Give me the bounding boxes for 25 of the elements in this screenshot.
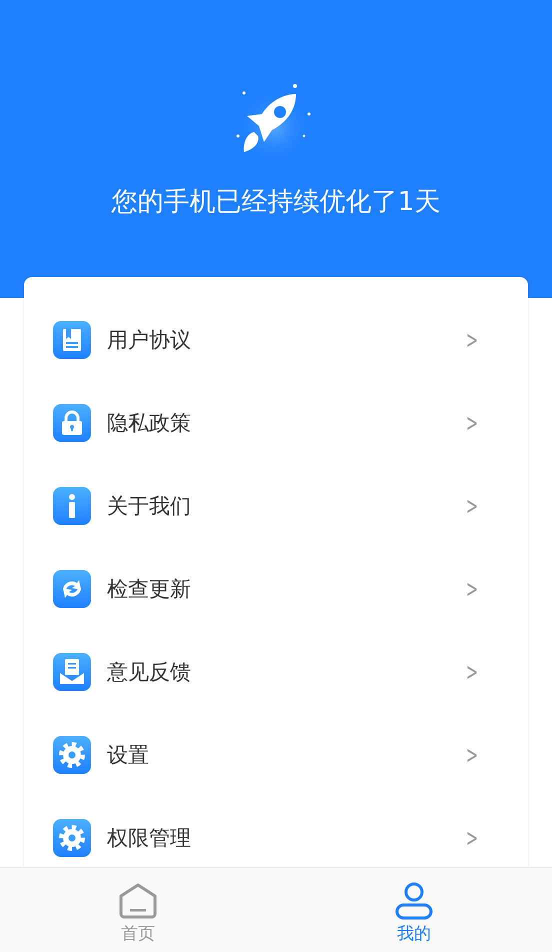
gear-icon bbox=[53, 736, 91, 774]
chevron-icon: > bbox=[466, 824, 478, 852]
menu-item[interactable]: 意见反馈 > bbox=[24, 630, 528, 713]
book-icon bbox=[53, 320, 91, 358]
gear-icon bbox=[53, 818, 91, 856]
chevron-icon: > bbox=[466, 492, 478, 520]
menu-item[interactable]: 隐私政策 > bbox=[24, 381, 528, 464]
user-icon bbox=[394, 882, 434, 920]
lock-icon bbox=[53, 404, 91, 442]
menu-item[interactable]: 设置 > bbox=[24, 713, 528, 796]
refresh-icon bbox=[53, 570, 91, 608]
menu-item[interactable]: 关于我们 > bbox=[24, 464, 528, 547]
header-title: 您的手机已经持续优化了1天 bbox=[112, 186, 440, 219]
menu-item[interactable]: 用户协议 > bbox=[24, 298, 528, 381]
menu-item[interactable]: 权限管理 > bbox=[24, 796, 528, 867]
home-icon bbox=[118, 882, 158, 920]
chevron-icon: > bbox=[466, 658, 478, 686]
chevron-icon: > bbox=[466, 574, 478, 602]
menu-item[interactable]: 检查更新 > bbox=[24, 547, 528, 630]
info-icon bbox=[53, 486, 91, 524]
tab[interactable]: 我的 bbox=[276, 868, 552, 952]
chevron-icon: > bbox=[466, 408, 478, 436]
chevron-icon: > bbox=[466, 326, 478, 354]
chevron-icon: > bbox=[466, 740, 478, 768]
mail-icon bbox=[53, 652, 91, 690]
